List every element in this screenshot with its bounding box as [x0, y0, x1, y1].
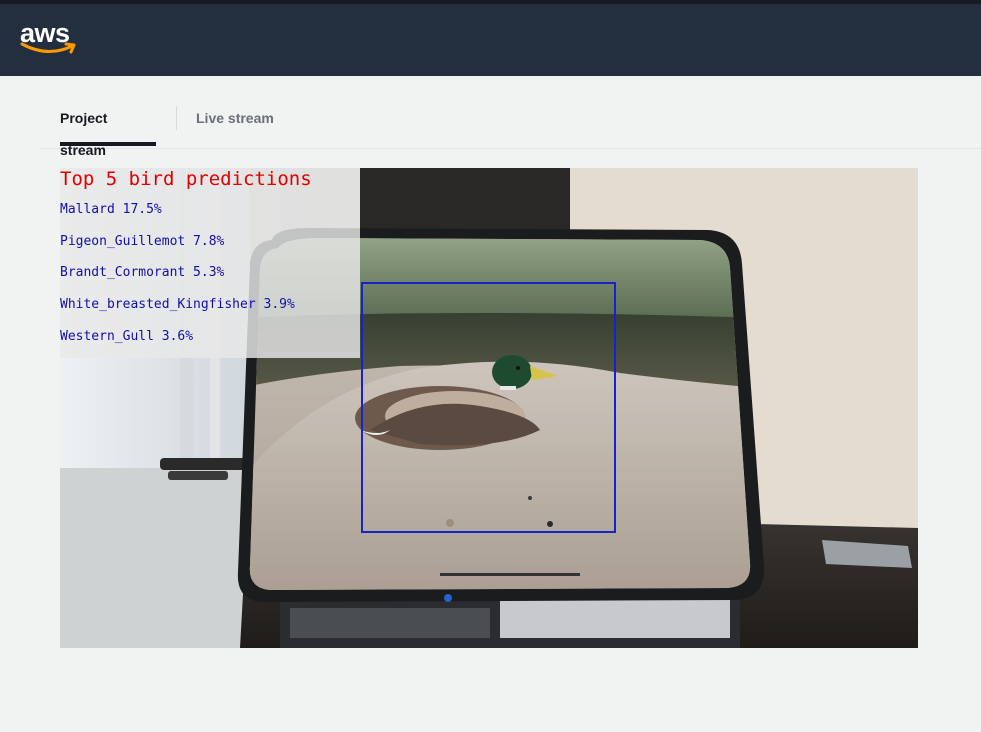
- tab-project-stream-label: Project stream: [60, 110, 108, 158]
- video-stream-frame: Top 5 bird predictions Mallard 17.5% Pig…: [60, 168, 918, 648]
- tab-live-stream-label: Live stream: [196, 110, 274, 126]
- tab-live-stream[interactable]: Live stream: [196, 102, 276, 146]
- aws-smile-icon: [20, 42, 76, 54]
- active-tab-indicator: [60, 142, 156, 146]
- prediction-item: Mallard 17.5%: [60, 202, 162, 217]
- prediction-item: White_breasted_Kingfisher 3.9%: [60, 297, 295, 312]
- top-navigation-bar: aws: [0, 0, 981, 76]
- prediction-item: Western_Gull 3.6%: [60, 329, 194, 344]
- app-page: aws Project stream Live stream Top 5 bir…: [0, 0, 981, 732]
- tab-project-stream[interactable]: Project stream: [60, 102, 156, 158]
- prediction-item: Pigeon_Guillemot 7.8%: [60, 234, 225, 249]
- stream-tabs: Project stream Live stream: [40, 102, 981, 158]
- tab-divider: [176, 106, 177, 130]
- predictions-title: Top 5 bird predictions: [60, 168, 312, 190]
- detection-bounding-box: [361, 282, 616, 533]
- prediction-item: Brandt_Cormorant 5.3%: [60, 265, 225, 280]
- aws-logo[interactable]: aws: [20, 18, 80, 64]
